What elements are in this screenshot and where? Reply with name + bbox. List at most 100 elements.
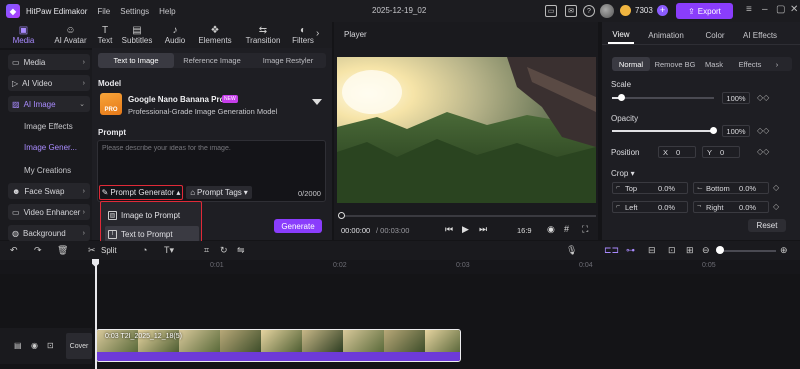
minimize-icon[interactable]: – bbox=[762, 4, 768, 15]
tab-text-to-image[interactable]: Text to Image bbox=[98, 53, 174, 68]
reset-button[interactable]: Reset bbox=[748, 219, 786, 232]
maximize-icon[interactable]: ▢ bbox=[776, 4, 785, 15]
crop-label[interactable]: Crop ▾ bbox=[611, 169, 635, 178]
menu-help[interactable]: Help bbox=[159, 7, 175, 16]
menu-file[interactable]: File bbox=[97, 7, 110, 16]
keyframe-icon[interactable]: ◇◇ bbox=[757, 93, 769, 102]
help-icon[interactable]: ? bbox=[583, 5, 595, 17]
aspect-ratio-select[interactable]: 16:9 bbox=[517, 226, 532, 235]
playback-track[interactable] bbox=[340, 215, 596, 217]
crop-right-field[interactable]: ¬ Right 0.0% bbox=[693, 201, 769, 213]
tool-text[interactable]: T Text bbox=[94, 22, 116, 48]
rotate-icon[interactable]: ↻ bbox=[220, 245, 228, 256]
sidebar-item-video-enhancer[interactable]: ▭ Video Enhancer › bbox=[8, 204, 90, 220]
fit-icon[interactable]: ⊞ bbox=[686, 245, 694, 256]
step-forward-icon[interactable]: ⏭ bbox=[479, 224, 487, 235]
video-preview[interactable] bbox=[337, 57, 596, 203]
prompt-tags-button[interactable]: ⌂ Prompt Tags ▾ bbox=[186, 186, 252, 199]
grid-icon[interactable]: # bbox=[564, 224, 569, 234]
tool-transition[interactable]: ⇆ Transition bbox=[238, 22, 288, 48]
mail-icon[interactable]: ✉ bbox=[565, 5, 577, 17]
subtab-normal[interactable]: Normal bbox=[612, 57, 650, 71]
menu-settings[interactable]: Settings bbox=[120, 7, 149, 16]
tool-ai-avatar[interactable]: ☺ AI Avatar bbox=[47, 22, 94, 48]
playhead[interactable] bbox=[95, 259, 97, 369]
window-icon[interactable]: ▭ bbox=[545, 5, 557, 17]
track-icon[interactable]: ⊡ bbox=[668, 245, 676, 256]
menu-icon[interactable]: ≡ bbox=[746, 4, 752, 15]
tool-subtitles[interactable]: ▤ Subtitles bbox=[116, 22, 158, 48]
subtab-remove-bg[interactable]: Remove BG bbox=[652, 57, 698, 71]
tool-media[interactable]: ▣ Media bbox=[0, 22, 47, 48]
playback-knob[interactable] bbox=[338, 212, 345, 219]
video-clip[interactable]: 0:03 T2I_2025_12_18(5) bbox=[96, 329, 461, 362]
scale-slider[interactable] bbox=[612, 97, 714, 99]
snap-icon[interactable]: ⊟ bbox=[648, 245, 656, 256]
tab-animation[interactable]: Animation bbox=[646, 26, 686, 44]
prompt-input[interactable] bbox=[102, 145, 322, 152]
menu-item-text-to-prompt[interactable]: T Text to Prompt bbox=[105, 226, 199, 242]
split-icon[interactable]: ✂ bbox=[88, 245, 96, 256]
tab-image-restyler[interactable]: Image Restyler bbox=[250, 53, 326, 68]
play-icon[interactable]: ▶ bbox=[462, 224, 469, 235]
position-x-field[interactable]: X0 bbox=[658, 146, 696, 158]
text-icon[interactable]: T▾ bbox=[164, 245, 174, 256]
crop-icon[interactable]: ⌗ bbox=[204, 245, 209, 256]
keyframe-icon[interactable]: ◇ bbox=[773, 183, 779, 192]
magnet-icon[interactable]: ⊶ bbox=[626, 245, 635, 256]
export-button[interactable]: ⇪ Export bbox=[676, 3, 733, 19]
zoom-slider[interactable] bbox=[716, 250, 776, 252]
tool-filters[interactable]: ◐ Filters bbox=[288, 22, 318, 48]
opacity-slider-knob[interactable] bbox=[710, 127, 717, 134]
caret-down-icon[interactable] bbox=[312, 99, 322, 105]
sidebar-sub-image-generator[interactable]: Image Gener... bbox=[24, 143, 77, 152]
flip-icon[interactable]: ⇋ bbox=[237, 245, 245, 256]
close-icon[interactable]: ✕ bbox=[790, 4, 798, 15]
chevron-right-icon[interactable]: › bbox=[316, 28, 319, 39]
crop-top-field[interactable]: ⌐ Top 0.0% bbox=[612, 182, 688, 194]
sidebar-sub-image-effects[interactable]: Image Effects bbox=[24, 122, 73, 131]
chevron-right-icon[interactable]: › bbox=[770, 57, 784, 71]
sidebar-item-ai-video[interactable]: ▷ AI Video › bbox=[8, 75, 90, 91]
subtab-mask[interactable]: Mask bbox=[700, 57, 728, 71]
scale-value[interactable]: 100% bbox=[722, 92, 750, 104]
subtab-effects[interactable]: Effects bbox=[734, 57, 766, 71]
keyframe-icon[interactable]: ◇◇ bbox=[757, 147, 769, 156]
menu-item-image-to-prompt[interactable]: ▨ Image to Prompt bbox=[105, 207, 199, 223]
sidebar-item-face-swap[interactable]: ☻ Face Swap › bbox=[8, 183, 90, 199]
zoom-in-icon[interactable]: ⊕ bbox=[780, 245, 788, 256]
zoom-slider-knob[interactable] bbox=[716, 246, 724, 254]
opacity-value[interactable]: 100% bbox=[722, 125, 750, 137]
keyframe-icon[interactable]: ◇ bbox=[773, 202, 779, 211]
tab-ai-effects[interactable]: AI Effects bbox=[742, 26, 778, 44]
position-y-field[interactable]: Y0 bbox=[702, 146, 740, 158]
step-back-icon[interactable]: ⏮ bbox=[445, 224, 453, 235]
sidebar-item-background[interactable]: ◍ Background › bbox=[8, 225, 90, 241]
tab-reference-image[interactable]: Reference Image bbox=[174, 53, 250, 68]
snapshot-icon[interactable]: ◉ bbox=[547, 224, 555, 235]
prompt-generator-button[interactable]: ✎ Prompt Generator ▴ bbox=[99, 185, 183, 200]
tab-view[interactable]: View bbox=[608, 26, 634, 44]
crop-bottom-field[interactable]: ⌙ Bottom 0.0% bbox=[693, 182, 769, 194]
mic-icon[interactable]: 🎙 bbox=[566, 245, 577, 256]
crop-left-field[interactable]: ⌐ Left 0.0% bbox=[612, 201, 688, 213]
eye-icon[interactable]: ◉ bbox=[31, 341, 38, 350]
sidebar-item-media[interactable]: ▭ Media › bbox=[8, 54, 90, 70]
redo-icon[interactable]: ↷ bbox=[34, 245, 42, 256]
tool-elements[interactable]: ❖ Elements bbox=[192, 22, 238, 48]
sidebar-item-ai-image[interactable]: ▨ AI Image ⌄ bbox=[8, 96, 90, 112]
keyframe-icon[interactable]: ◇◇ bbox=[757, 126, 769, 135]
track-icon[interactable]: ▤ bbox=[14, 341, 22, 350]
zoom-out-icon[interactable]: ⊖ bbox=[702, 245, 710, 256]
link-icon[interactable]: ⊏⊐ bbox=[604, 245, 619, 256]
generate-button[interactable]: Generate bbox=[274, 219, 322, 233]
delete-icon[interactable]: 🗑 bbox=[57, 245, 68, 256]
tool-audio[interactable]: ♪ Audio bbox=[158, 22, 192, 48]
avatar[interactable] bbox=[600, 4, 614, 18]
split-label[interactable]: Split bbox=[101, 246, 117, 255]
add-credits-button[interactable]: + bbox=[657, 5, 668, 16]
fullscreen-icon[interactable]: ⛶ bbox=[582, 224, 588, 235]
undo-icon[interactable]: ↶ bbox=[10, 245, 18, 256]
model-selector[interactable]: PRO Google Nano Banana Pro NEW Professio… bbox=[98, 91, 326, 119]
timeline-ruler[interactable] bbox=[0, 260, 800, 274]
